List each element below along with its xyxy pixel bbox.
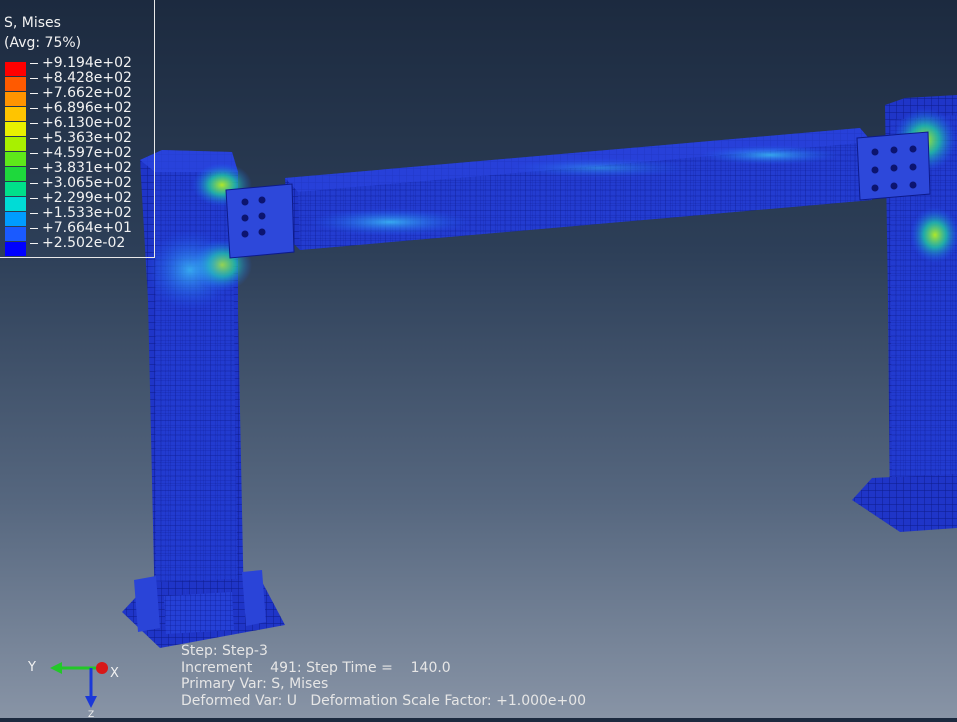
legend-tick [30, 93, 38, 94]
legend-swatch [5, 107, 26, 121]
legend-swatch [5, 227, 26, 241]
legend-value: +6.896e+02 [42, 100, 132, 116]
legend-swatch [5, 122, 26, 136]
beam [285, 128, 872, 250]
legend-tick [30, 213, 38, 214]
legend-swatch [5, 137, 26, 151]
legend-tick [30, 243, 38, 244]
contour-legend: S, Mises (Avg: 75%) +9.194e+02 +8.428e+02… [0, 0, 155, 258]
legend-title: S, Mises [4, 15, 61, 31]
legend-value: +3.065e+02 [42, 175, 132, 191]
legend-value: +4.597e+02 [42, 145, 132, 161]
legend-tick [30, 183, 38, 184]
legend-tick [30, 123, 38, 124]
legend-value: +9.194e+02 [42, 55, 132, 71]
legend-tick [30, 228, 38, 229]
legend-value: +5.363e+02 [42, 130, 132, 146]
legend-swatch [5, 92, 26, 106]
legend-value: +3.831e+02 [42, 160, 132, 176]
legend-value: +7.664e+01 [42, 220, 132, 236]
legend-value: +2.502e-02 [42, 235, 126, 251]
legend-swatch [5, 182, 26, 196]
y-axis-label: Y [28, 660, 36, 675]
legend-tick [30, 138, 38, 139]
z-axis-label: Z [88, 710, 95, 720]
legend-tick [30, 78, 38, 79]
legend-tick [30, 168, 38, 169]
view-triad[interactable]: Y X Z [22, 652, 132, 720]
status-deformed-var: Deformed Var: U Deformation Scale Factor… [181, 692, 587, 709]
status-increment: Increment 491: Step Time = 140.0 [181, 659, 451, 676]
legend-value: +8.428e+02 [42, 70, 132, 86]
legend-value: +7.662e+02 [42, 85, 132, 101]
legend-value: +2.299e+02 [42, 190, 132, 206]
status-primary-var: Primary Var: S, Mises [181, 676, 329, 692]
legend-tick [30, 198, 38, 199]
right-end-plate [856, 131, 931, 201]
legend-averaging: (Avg: 75%) [4, 35, 82, 51]
legend-swatch [5, 152, 26, 166]
left-base-plate [122, 570, 285, 648]
x-axis-label: X [110, 666, 119, 681]
legend-swatch [5, 197, 26, 211]
legend-swatch [5, 167, 26, 181]
legend-swatch [5, 242, 26, 256]
legend-swatch [5, 212, 26, 226]
legend-tick [30, 63, 38, 64]
left-end-plate [225, 183, 295, 259]
legend-value: +1.533e+02 [42, 205, 132, 221]
legend-tick [30, 108, 38, 109]
status-block: Step: Step-3 Increment 491: Step Time = … [181, 643, 586, 709]
triad-axes-icon [50, 662, 108, 708]
status-step: Step: Step-3 [181, 643, 268, 659]
legend-value: +6.130e+02 [42, 115, 132, 131]
legend-tick [30, 153, 38, 154]
legend-swatch [5, 62, 26, 76]
legend-swatch [5, 77, 26, 91]
